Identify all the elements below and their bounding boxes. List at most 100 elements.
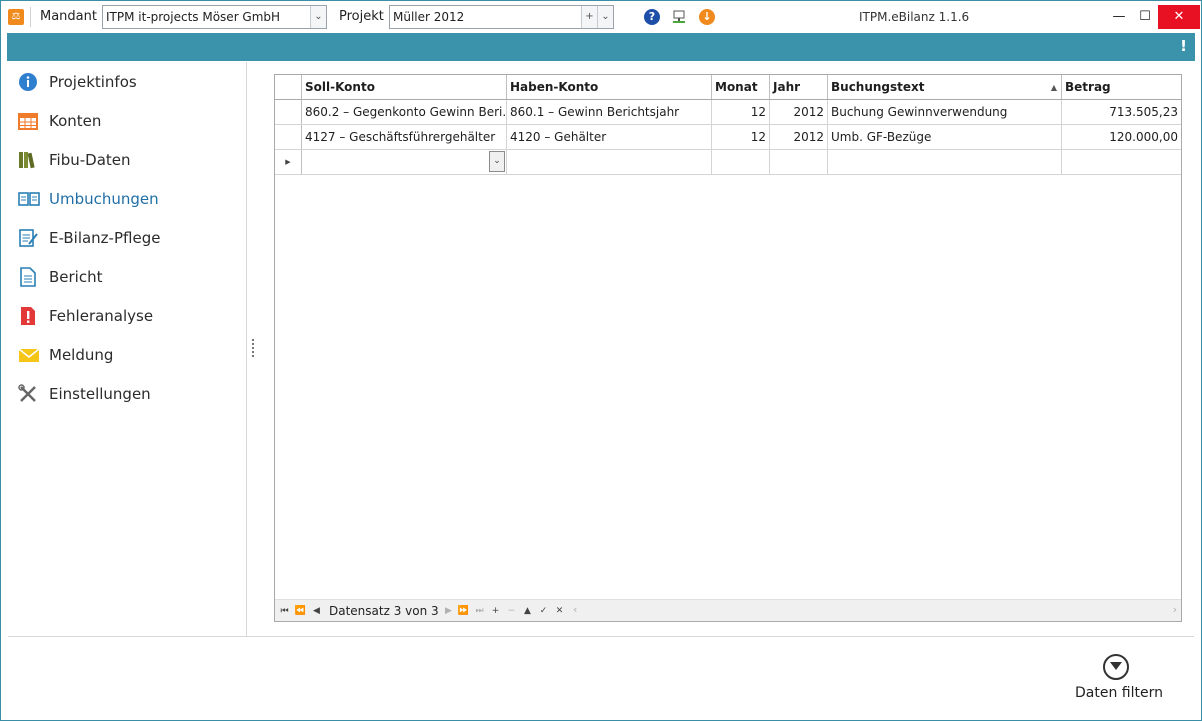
- download-icon[interactable]: ↓: [699, 9, 715, 25]
- titlebar-divider: [30, 7, 31, 27]
- column-header-monat[interactable]: Monat: [712, 75, 770, 99]
- record-position-text: Datensatz 3 von 3: [329, 604, 439, 618]
- cell-jahr[interactable]: 2012: [770, 125, 828, 149]
- last-record-icon[interactable]: ⏭: [472, 602, 487, 620]
- row-indicator[interactable]: [275, 100, 302, 124]
- chevron-down-icon[interactable]: ⌄: [310, 6, 326, 28]
- warning-icon[interactable]: !: [1180, 37, 1187, 55]
- cell-soll-konto[interactable]: 860.2 – Gegenkonto Gewinn Beri...: [302, 100, 507, 124]
- cell-jahr[interactable]: 2012: [770, 100, 828, 124]
- column-header-haben-konto[interactable]: Haben-Konto: [507, 75, 712, 99]
- sidebar-item-label: Fehleranalyse: [49, 307, 154, 325]
- table-icon: [18, 111, 38, 131]
- sidebar-item-einstellungen[interactable]: Einstellungen: [18, 382, 243, 406]
- cell-monat[interactable]: 12: [712, 125, 770, 149]
- sidebar: Projektinfos Konten Fibu-Daten Umbuchung…: [8, 62, 247, 636]
- column-header-buchungstext: Buchungstext: [831, 80, 925, 94]
- scroll-left-icon[interactable]: ‹: [573, 603, 577, 616]
- tools-icon: [18, 384, 38, 404]
- grid-header: Soll-Konto Haben-Konto Monat Jahr Buchun…: [275, 75, 1181, 100]
- chevron-down-icon[interactable]: ⌄: [489, 151, 505, 172]
- close-button[interactable]: ✕: [1158, 5, 1200, 29]
- network-icon[interactable]: [671, 9, 687, 25]
- envelope-icon: [18, 345, 40, 365]
- books-icon: [18, 150, 38, 170]
- sidebar-item-label: Fibu-Daten: [49, 151, 131, 169]
- error-document-icon: [18, 306, 38, 326]
- sidebar-item-umbuchungen[interactable]: Umbuchungen: [18, 187, 243, 211]
- table-row-new[interactable]: ▶ ⌄: [275, 150, 1181, 175]
- app-title: ITPM.eBilanz 1.1.6: [859, 10, 970, 24]
- append-record-icon[interactable]: +: [488, 602, 503, 620]
- previous-record-icon[interactable]: ◀: [309, 602, 324, 620]
- projekt-label: Projekt: [339, 9, 384, 24]
- sidebar-item-konten[interactable]: Konten: [18, 109, 243, 133]
- sidebar-item-e-bilanz-pflege[interactable]: E-Bilanz-Pflege: [18, 226, 243, 250]
- cancel-edit-icon[interactable]: ✕: [552, 602, 567, 620]
- sidebar-item-label: Meldung: [49, 346, 114, 364]
- table-row[interactable]: 4127 – Geschäftsführergehälter 4120 – Ge…: [275, 125, 1181, 150]
- mandant-value: ITPM it-projects Möser GmbH: [106, 10, 281, 24]
- cell-jahr[interactable]: [770, 150, 828, 174]
- sidebar-item-label: E-Bilanz-Pflege: [49, 229, 161, 247]
- daten-filtern-label: Daten filtern: [1075, 685, 1163, 701]
- sort-ascending-icon: ▲: [1050, 83, 1057, 92]
- current-row-arrow-icon[interactable]: ▶: [275, 150, 302, 174]
- info-bar: !: [7, 33, 1195, 61]
- edit-document-icon: [18, 228, 38, 248]
- sidebar-item-label: Konten: [49, 112, 102, 130]
- column-header-soll-konto[interactable]: Soll-Konto: [302, 75, 507, 99]
- maximize-button[interactable]: ☐: [1128, 5, 1162, 29]
- title-bar: ⚖ Mandant ITPM it-projects Möser GmbH ⌄ …: [1, 1, 1201, 33]
- column-header-jahr[interactable]: Jahr: [770, 75, 828, 99]
- sidebar-item-bericht[interactable]: Bericht: [18, 265, 243, 289]
- grid-navigator: ⏮ ⏪ ◀ Datensatz 3 von 3 ▶ ⏩ ⏭ + − ▲ ✓ ✕ …: [275, 599, 1181, 621]
- mandant-select[interactable]: ITPM it-projects Möser GmbH ⌄: [102, 5, 327, 29]
- app-window: ⚖ Mandant ITPM it-projects Möser GmbH ⌄ …: [0, 0, 1202, 721]
- sidebar-item-fehleranalyse[interactable]: Fehleranalyse: [18, 304, 243, 328]
- filter-icon: [1103, 654, 1129, 680]
- sidebar-item-projektinfos[interactable]: Projektinfos: [18, 70, 243, 94]
- cell-soll-konto-editor[interactable]: ⌄: [302, 150, 507, 174]
- chevron-down-icon[interactable]: ⌄: [597, 6, 613, 28]
- previous-page-icon[interactable]: ⏪: [293, 602, 308, 620]
- cell-haben-konto[interactable]: 860.1 – Gewinn Berichtsjahr: [507, 100, 712, 124]
- sidebar-item-label: Projektinfos: [49, 73, 137, 91]
- table-row[interactable]: 860.2 – Gegenkonto Gewinn Beri... 860.1 …: [275, 100, 1181, 125]
- column-header-buchungstext-cell[interactable]: Buchungstext ▲: [828, 75, 1062, 99]
- cell-betrag[interactable]: 120.000,00: [1062, 125, 1181, 149]
- first-record-icon[interactable]: ⏮: [277, 602, 292, 620]
- daten-filtern-button[interactable]: Daten filtern: [1069, 651, 1169, 707]
- delete-record-icon[interactable]: −: [504, 602, 519, 620]
- cell-betrag[interactable]: [1062, 150, 1181, 174]
- edit-record-icon[interactable]: ▲: [520, 602, 535, 620]
- open-book-icon: [18, 189, 40, 209]
- cell-haben-konto[interactable]: [507, 150, 712, 174]
- column-header-betrag[interactable]: Betrag: [1062, 75, 1181, 99]
- cell-betrag[interactable]: 713.505,23: [1062, 100, 1181, 124]
- cell-monat[interactable]: 12: [712, 100, 770, 124]
- row-indicator[interactable]: [275, 125, 302, 149]
- add-project-plus-icon[interactable]: +: [581, 6, 597, 28]
- cell-buchungstext[interactable]: Buchung Gewinnverwendung: [828, 100, 1062, 124]
- sidebar-splitter[interactable]: [252, 339, 256, 359]
- row-indicator-header: [275, 75, 302, 99]
- cell-monat[interactable]: [712, 150, 770, 174]
- projekt-select[interactable]: Müller 2012 + ⌄: [389, 5, 614, 29]
- cell-buchungstext[interactable]: Umb. GF-Bezüge: [828, 125, 1062, 149]
- sidebar-item-fibu-daten[interactable]: Fibu-Daten: [18, 148, 243, 172]
- sidebar-item-meldung[interactable]: Meldung: [18, 343, 243, 367]
- cell-soll-konto[interactable]: 4127 – Geschäftsführergehälter: [302, 125, 507, 149]
- cell-buchungstext[interactable]: [828, 150, 1062, 174]
- cell-haben-konto[interactable]: 4120 – Gehälter: [507, 125, 712, 149]
- next-page-icon[interactable]: ⏩: [456, 602, 471, 620]
- next-record-icon[interactable]: ▶: [441, 602, 456, 620]
- document-icon: [18, 267, 38, 287]
- app-logo-icon: ⚖: [8, 9, 24, 25]
- projekt-value: Müller 2012: [393, 10, 465, 24]
- post-edit-icon[interactable]: ✓: [536, 602, 551, 620]
- help-icon[interactable]: ?: [644, 9, 660, 25]
- sidebar-item-label: Einstellungen: [49, 385, 151, 403]
- mandant-label: Mandant: [40, 9, 97, 24]
- scroll-right-icon[interactable]: ›: [1173, 603, 1177, 616]
